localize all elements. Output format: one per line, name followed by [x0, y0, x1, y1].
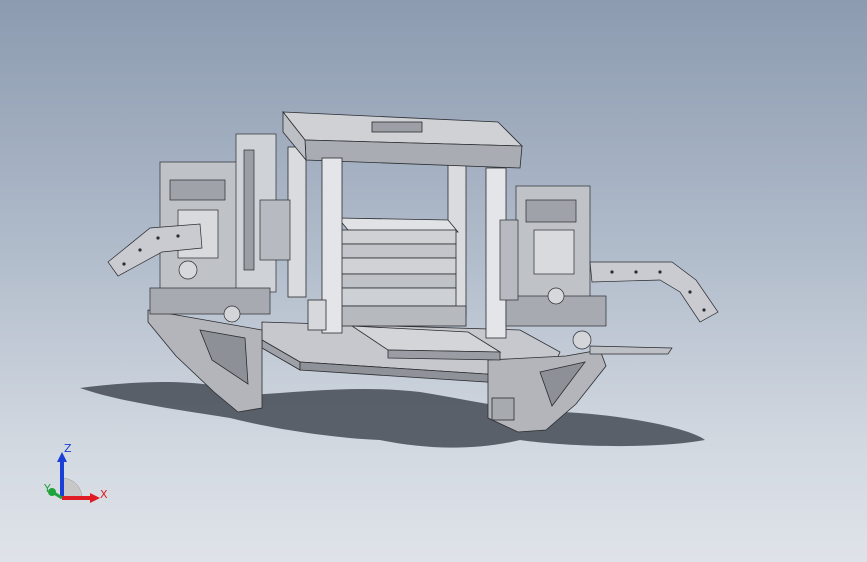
orientation-triad[interactable]: Z X Y	[40, 438, 115, 510]
z-axis-label: Z	[64, 442, 72, 455]
right-gripper-assembly[interactable]	[499, 185, 719, 355]
left-gripper-assembly[interactable]	[107, 133, 291, 323]
x-axis-label: X	[100, 488, 108, 501]
y-axis-label: Y	[43, 482, 51, 495]
model-shadow	[80, 382, 705, 448]
cad-viewport[interactable]	[0, 0, 867, 562]
x-axis-arrow	[90, 493, 100, 503]
press-assembly[interactable]	[282, 110, 523, 339]
